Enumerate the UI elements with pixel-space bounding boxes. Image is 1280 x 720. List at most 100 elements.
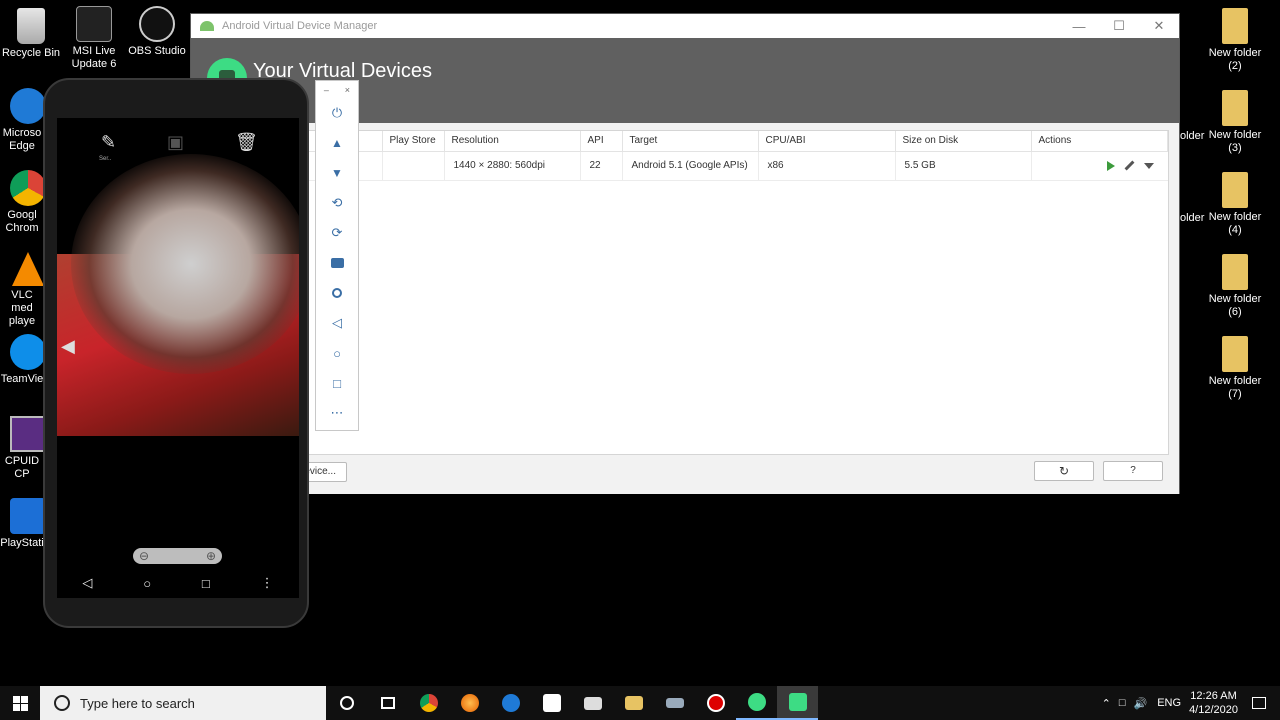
set-wallpaper-icon[interactable]: ✎ xyxy=(101,132,116,153)
desktop-partial-label: older xyxy=(1180,130,1205,142)
desktop-icon-new-folder-3[interactable]: New folder (3) xyxy=(1204,90,1266,155)
volume-down-button[interactable]: ▼ xyxy=(316,158,358,188)
folder-icon xyxy=(1222,172,1248,208)
system-tray: ⌃ □ 🔊 ENG 12:26 AM 4/12/2020 xyxy=(1102,686,1280,720)
desktop-icon-msi-live-update[interactable]: MSI Live Update 6 xyxy=(63,6,125,71)
home-button[interactable]: ○ xyxy=(316,338,358,368)
tray-chevron-icon[interactable]: ⌃ xyxy=(1102,697,1111,710)
cell-resolution: 1440 × 2880: 560dpi xyxy=(444,151,581,181)
maximize-button[interactable]: ☐ xyxy=(1099,18,1139,34)
clock-time: 12:26 AM xyxy=(1190,690,1237,702)
desktop-icon-new-folder-2[interactable]: New folder (2) xyxy=(1204,8,1266,73)
taskbar-keyboard-app[interactable] xyxy=(654,686,695,720)
notifications-icon[interactable] xyxy=(1252,697,1266,709)
taskbar-mail[interactable] xyxy=(572,686,613,720)
help-button[interactable]: ? xyxy=(1103,461,1163,481)
taskbar-obs[interactable] xyxy=(695,686,736,720)
volume-down-icon: ▼ xyxy=(331,166,343,180)
rotate-right-icon: ⟳ xyxy=(331,225,343,240)
network-icon[interactable]: □ xyxy=(1119,697,1126,709)
folder-icon xyxy=(1222,336,1248,372)
zoom-out-icon[interactable]: ⊖ xyxy=(139,549,149,563)
desktop-icon-obs-studio[interactable]: OBS Studio xyxy=(126,6,188,58)
nav-home-icon[interactable]: ○ xyxy=(143,576,151,591)
crop-icon[interactable]: ▣ xyxy=(167,132,184,153)
overview-button[interactable]: □ xyxy=(316,368,358,398)
search-placeholder: Type here to search xyxy=(80,695,195,711)
edit-pencil-icon[interactable] xyxy=(1124,160,1134,171)
cell-cpu: x86 xyxy=(758,151,896,181)
col-header-actions[interactable]: Actions xyxy=(1031,131,1168,152)
rotate-left-button[interactable]: ⟲ xyxy=(316,188,358,218)
volume-icon[interactable]: 🔊 xyxy=(1134,697,1148,710)
android-icon xyxy=(200,21,214,31)
blurred-face-region xyxy=(71,154,299,374)
teamviewer-icon xyxy=(10,334,44,370)
desktop-icon-edge[interactable]: Microso Edge xyxy=(0,88,44,153)
rotate-right-button[interactable]: ⟳ xyxy=(316,218,358,248)
desktop-icon-chrome[interactable]: Googl Chrom xyxy=(0,170,44,235)
desktop-icon-new-folder-7[interactable]: New folder (7) xyxy=(1204,336,1266,401)
taskbar-chrome[interactable] xyxy=(408,686,449,720)
taskbar-file-explorer[interactable] xyxy=(613,686,654,720)
windows-logo-icon xyxy=(12,695,28,711)
cell-play-store xyxy=(382,151,445,181)
emulator-minimize-button[interactable]: – xyxy=(324,85,329,95)
col-header-play-store[interactable]: Play Store xyxy=(382,131,445,152)
col-header-resolution[interactable]: Resolution xyxy=(444,131,581,152)
emulator-screen[interactable]: ✎ Ser.. ▣ 🗑 ◀ ⊖ ⊕ ◁ ○ □ ⋮ xyxy=(57,118,299,598)
desktop-icon-cpuid[interactable]: CPUID CP xyxy=(0,416,44,481)
taskbar-store[interactable] xyxy=(531,686,572,720)
power-icon: ⏻ xyxy=(331,105,343,120)
taskbar-edge[interactable] xyxy=(490,686,531,720)
col-header-cpu[interactable]: CPU/ABI xyxy=(758,131,896,152)
task-view-button[interactable] xyxy=(367,686,408,720)
delete-icon[interactable]: 🗑 xyxy=(235,132,258,153)
volume-up-button[interactable]: ▲ xyxy=(316,128,358,158)
nav-overview-icon[interactable]: □ xyxy=(202,576,210,591)
language-indicator[interactable]: ENG xyxy=(1157,697,1181,709)
keyboard-icon xyxy=(665,698,684,708)
refresh-button[interactable]: ↻ xyxy=(1034,461,1094,481)
back-button[interactable]: ◁ xyxy=(316,308,358,338)
mail-icon xyxy=(583,696,602,710)
folder-icon xyxy=(1222,8,1248,44)
col-header-size[interactable]: Size on Disk xyxy=(895,131,1032,152)
cortana-button[interactable] xyxy=(326,686,367,720)
previous-photo-icon[interactable]: ◀ xyxy=(61,336,75,357)
more-actions-dropdown-icon[interactable] xyxy=(1143,162,1154,169)
zoom-in-icon[interactable]: ⊕ xyxy=(206,549,216,563)
chrome-icon xyxy=(419,694,438,712)
desktop-icon-recycle-bin[interactable]: Recycle Bin xyxy=(0,8,62,60)
taskbar-android-studio[interactable] xyxy=(736,686,777,720)
screenshot-button[interactable] xyxy=(316,248,358,278)
launch-play-icon[interactable] xyxy=(1106,160,1115,171)
taskbar-search-box[interactable]: Type here to search xyxy=(40,686,326,720)
power-button[interactable]: ⏻ xyxy=(316,98,358,128)
desktop-icon-playstation[interactable]: PlayStati xyxy=(0,498,44,550)
desktop-icon-new-folder-4[interactable]: New folder (4) xyxy=(1204,172,1266,237)
start-button[interactable] xyxy=(0,686,40,720)
close-button[interactable]: ✕ xyxy=(1139,18,1179,34)
desktop-icon-vlc[interactable]: VLC med playe xyxy=(0,252,44,328)
more-button[interactable]: ⋯ xyxy=(316,398,358,428)
nav-menu-icon[interactable]: ⋮ xyxy=(261,575,274,591)
window-titlebar[interactable]: Android Virtual Device Manager — ☐ ✕ xyxy=(191,14,1179,38)
nav-back-icon[interactable]: ◁ xyxy=(82,575,92,591)
taskbar-avd-manager[interactable] xyxy=(777,686,818,720)
cell-actions xyxy=(1031,151,1168,181)
zoom-button[interactable] xyxy=(316,278,358,308)
desktop-icon-teamviewer[interactable]: TeamVie xyxy=(0,334,44,386)
minimize-button[interactable]: — xyxy=(1059,19,1099,34)
emulator-close-button[interactable]: × xyxy=(345,85,350,95)
desktop-icon-new-folder-6[interactable]: New folder (6) xyxy=(1204,254,1266,319)
folder-icon xyxy=(1222,90,1248,126)
taskbar-firefox[interactable] xyxy=(449,686,490,720)
zoom-slider[interactable]: ⊖ ⊕ xyxy=(133,548,222,564)
col-header-target[interactable]: Target xyxy=(622,131,759,152)
col-header-api[interactable]: API xyxy=(580,131,623,152)
emulator-phone-frame: ✎ Ser.. ▣ 🗑 ◀ ⊖ ⊕ ◁ ○ □ ⋮ xyxy=(43,78,309,628)
firefox-icon xyxy=(460,694,479,712)
taskbar-clock[interactable]: 12:26 AM 4/12/2020 xyxy=(1189,689,1238,717)
desktop-partial-label: older xyxy=(1180,212,1205,224)
